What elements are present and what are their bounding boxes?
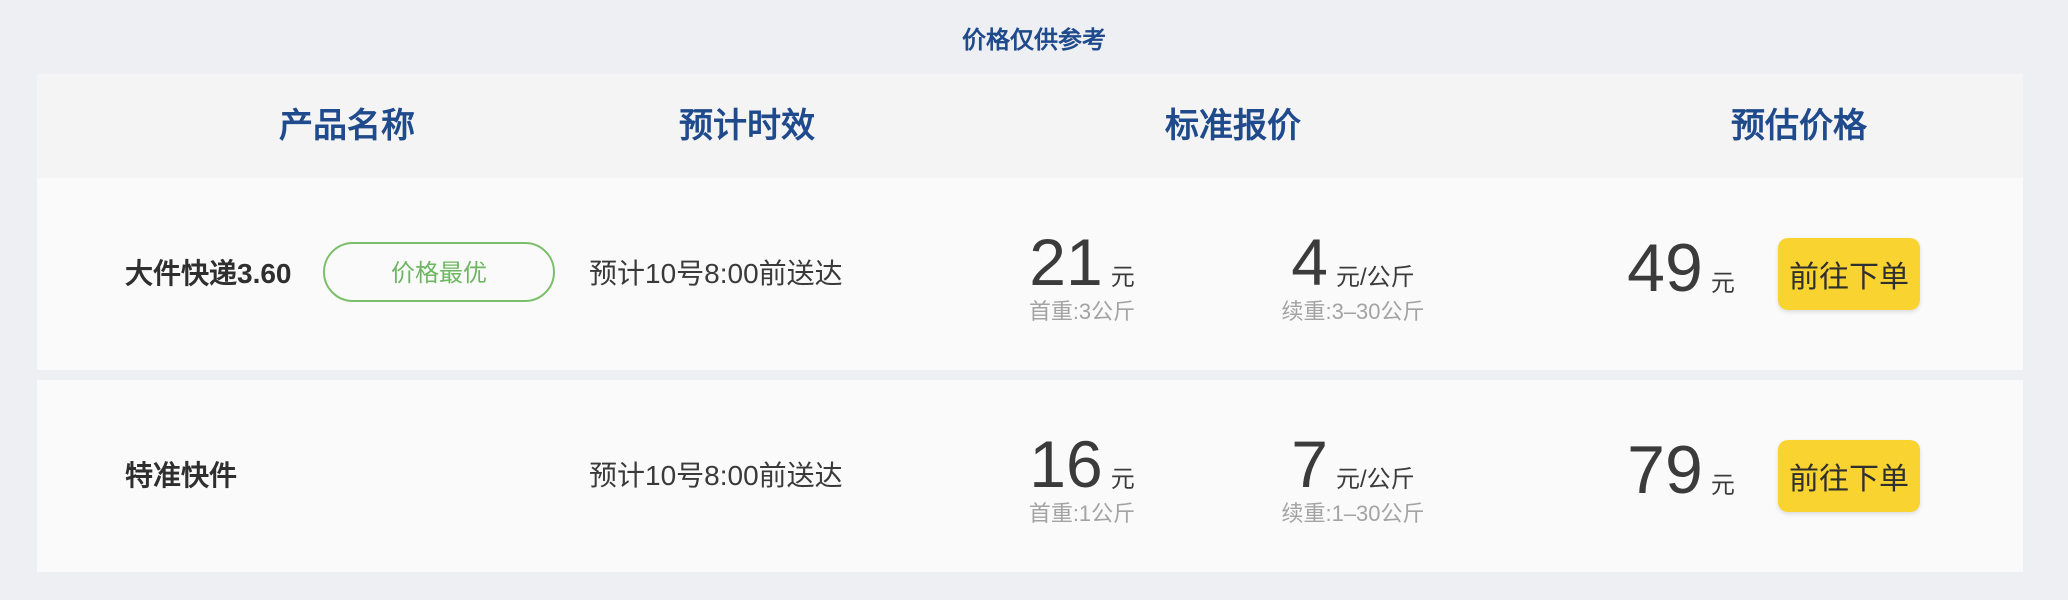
- price-notice: 价格仅供参考: [962, 27, 1106, 54]
- estimated-amount: 79: [1627, 432, 1703, 508]
- estimated-price: 49 元: [1581, 234, 1781, 302]
- continued-weight-price: 4 元/公斤 续重:3–30公斤: [1233, 229, 1473, 326]
- continued-weight-unit: 元/公斤: [1336, 466, 1415, 493]
- table-row: 大件快递3.60 价格最优 预计10号8:00前送达 21 元 首重:3公斤 4元…: [37, 178, 2023, 370]
- first-weight-price: 16 元 首重:1公斤: [982, 431, 1182, 528]
- first-weight-amount: 16: [1029, 427, 1103, 501]
- estimated-unit: 元: [1710, 270, 1735, 297]
- order-button[interactable]: 前往下单: [1778, 238, 1920, 310]
- first-weight-price: 21 元 首重:3公斤: [982, 229, 1182, 326]
- first-weight-note: 首重:1公斤: [1028, 501, 1136, 526]
- column-title-product: 产品名称: [279, 107, 415, 145]
- first-weight-note: 首重:3公斤: [1028, 299, 1136, 324]
- first-weight-unit: 元: [1110, 264, 1135, 291]
- delivery-eta: 预计10号8:00前送达: [589, 258, 843, 289]
- estimated-price: 79 元: [1581, 436, 1781, 504]
- best-price-badge: 价格最优: [323, 242, 555, 302]
- continued-weight-amount: 7: [1291, 427, 1329, 501]
- product-name: 大件快递3.60: [125, 258, 292, 289]
- estimated-unit: 元: [1710, 472, 1735, 499]
- continued-weight-price: 7 元/公斤 续重:1–30公斤: [1233, 431, 1473, 528]
- continued-weight-note: 续重:3–30公斤: [1281, 299, 1425, 324]
- continued-weight-unit: 元/公斤: [1336, 264, 1415, 291]
- continued-weight-amount: 4: [1291, 225, 1329, 299]
- table-header: 产品名称 预计时效 标准报价 预估价格: [37, 74, 2023, 178]
- table-row: 特准快件 预计10号8:00前送达 16 元 首重:1公斤 7 元/公斤 续重:1–…: [37, 380, 2023, 572]
- column-title-standard: 标准报价: [1165, 107, 1301, 145]
- first-weight-amount: 21: [1029, 225, 1103, 299]
- column-title-eta: 预计时效: [679, 107, 815, 145]
- delivery-eta: 预计10号8:00前送达: [589, 460, 843, 491]
- continued-weight-note: 续重:1–30公斤: [1281, 501, 1425, 526]
- column-title-estimate: 预估价格: [1731, 107, 1867, 145]
- estimated-amount: 49: [1627, 230, 1703, 306]
- first-weight-unit: 元: [1110, 466, 1135, 493]
- product-name: 特准快件: [125, 460, 238, 491]
- order-button[interactable]: 前往下单: [1778, 440, 1920, 512]
